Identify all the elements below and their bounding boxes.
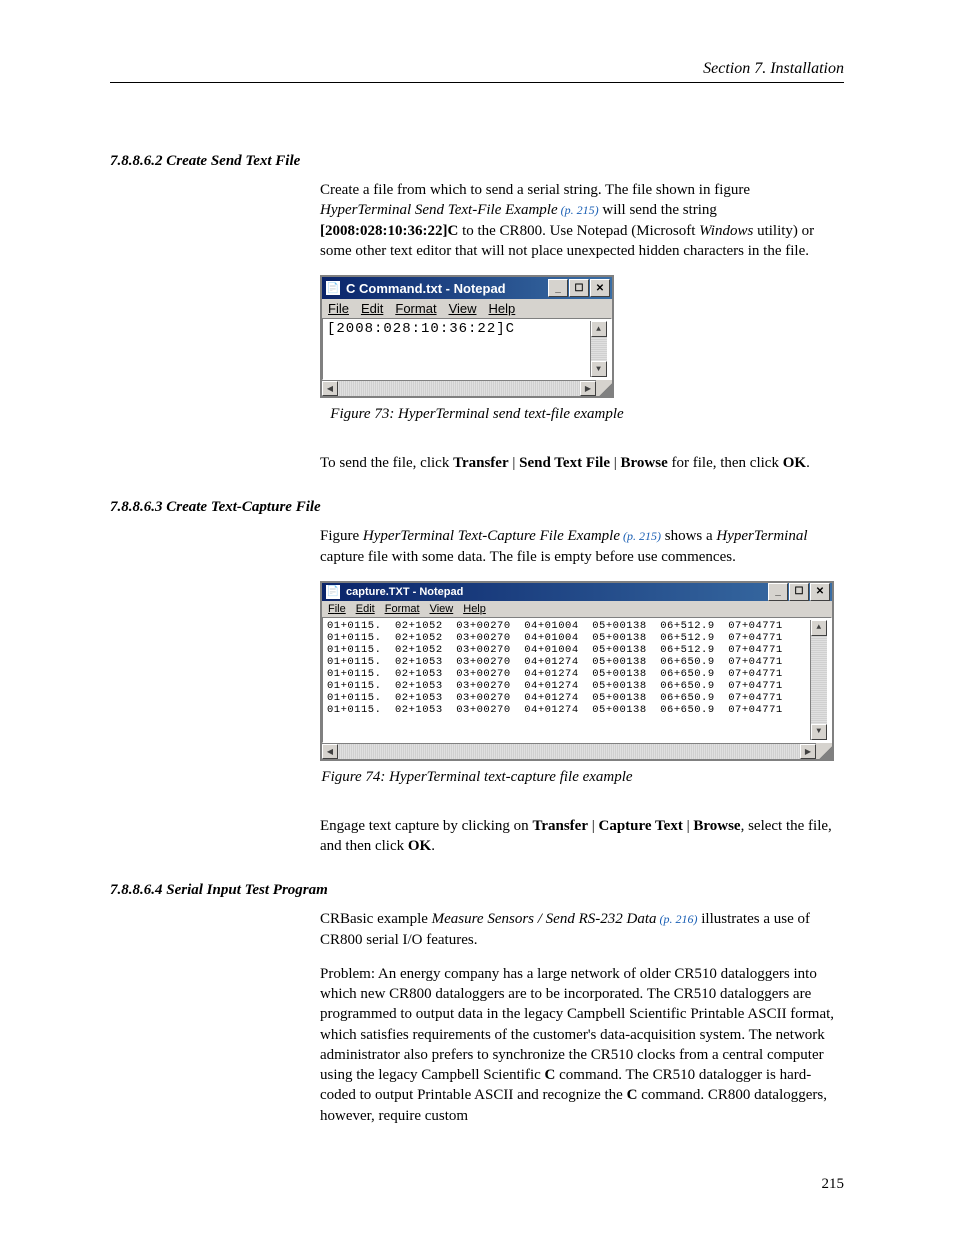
notepad-body[interactable]: 01+0115. 02+1052 03+00270 04+01004 05+00… xyxy=(322,617,832,743)
notepad-body[interactable]: [2008:028:10:36:22]C ▲ ▼ xyxy=(322,318,612,380)
menu-view[interactable]: View xyxy=(430,603,454,615)
body-paragraph: CRBasic example Measure Sensors / Send R… xyxy=(320,909,844,950)
text: . xyxy=(431,838,435,854)
text-italic: Measure Sensors / Send RS-232 Data xyxy=(432,911,657,927)
text-bold: OK xyxy=(408,838,431,854)
text: will send the string xyxy=(599,202,717,218)
scroll-down-icon[interactable]: ▼ xyxy=(811,724,827,740)
app-icon: 📄 xyxy=(326,585,340,599)
text: CRBasic example xyxy=(320,911,432,927)
page-number: 215 xyxy=(110,1176,844,1193)
vertical-scrollbar[interactable]: ▲ ▼ xyxy=(810,620,827,740)
close-button[interactable]: ✕ xyxy=(810,583,830,601)
body-paragraph: Engage text capture by clicking on Trans… xyxy=(320,816,844,857)
text-bold: Capture Text xyxy=(599,818,683,834)
text-italic: Windows xyxy=(699,223,753,239)
text: . xyxy=(806,455,810,471)
text-bold: [2008:028:10:36:22]C xyxy=(320,223,458,239)
minimize-button[interactable]: _ xyxy=(768,583,788,601)
window-title: capture.TXT - Notepad xyxy=(346,586,463,598)
text-italic: HyperTerminal xyxy=(716,528,807,544)
menu-help[interactable]: Help xyxy=(489,301,516,316)
page-ref-link[interactable]: (p. 216) xyxy=(657,912,698,926)
scroll-up-icon[interactable]: ▲ xyxy=(811,620,827,636)
text-bold: Send Text File xyxy=(519,455,610,471)
maximize-button[interactable]: ☐ xyxy=(789,583,809,601)
text-bold: Transfer xyxy=(532,818,588,834)
menu-file[interactable]: File xyxy=(328,603,346,615)
text-italic: HyperTerminal Text-Capture File Example xyxy=(363,528,620,544)
text: Create a file from which to send a seria… xyxy=(320,182,750,198)
menu-file[interactable]: File xyxy=(328,301,349,316)
body-paragraph: Create a file from which to send a seria… xyxy=(320,180,844,261)
scroll-up-icon[interactable]: ▲ xyxy=(591,321,607,337)
window-buttons: _ ☐ ✕ xyxy=(548,279,610,297)
maximize-button[interactable]: ☐ xyxy=(569,279,589,297)
text: capture file with some data. The file is… xyxy=(320,549,736,565)
menubar: File Edit Format View Help xyxy=(322,601,832,617)
text: | xyxy=(588,818,599,834)
text-bold: Browse xyxy=(621,455,668,471)
text-bold: C xyxy=(627,1087,638,1103)
horizontal-scrollbar[interactable]: ◀ ▶ xyxy=(322,743,816,759)
scroll-left-icon[interactable]: ◀ xyxy=(322,744,338,759)
minimize-button[interactable]: _ xyxy=(548,279,568,297)
scroll-right-icon[interactable]: ▶ xyxy=(800,744,816,759)
menu-help[interactable]: Help xyxy=(463,603,486,615)
close-button[interactable]: ✕ xyxy=(590,279,610,297)
figure-caption: Figure 73: HyperTerminal send text-file … xyxy=(110,406,844,423)
notepad-window-large: 📄 capture.TXT - Notepad _ ☐ ✕ File Edit … xyxy=(320,581,834,761)
figure-caption: Figure 74: HyperTerminal text-capture fi… xyxy=(110,769,844,786)
text: Figure xyxy=(320,528,363,544)
scroll-down-icon[interactable]: ▼ xyxy=(591,361,607,377)
text-bold: C xyxy=(545,1067,556,1083)
menu-view[interactable]: View xyxy=(449,301,477,316)
titlebar: 📄 C Command.txt - Notepad _ ☐ ✕ xyxy=(322,277,612,299)
section-heading: 7.8.8.6.4 Serial Input Test Program xyxy=(110,882,844,899)
horizontal-scrollbar[interactable]: ◀ ▶ xyxy=(322,380,596,396)
text-italic: HyperTerminal Send Text-File Example xyxy=(320,202,558,218)
menu-edit[interactable]: Edit xyxy=(356,603,375,615)
text-bold: OK xyxy=(783,455,806,471)
window-title: C Command.txt - Notepad xyxy=(346,281,506,296)
text-bold: Transfer xyxy=(453,455,509,471)
bottom-bar: ◀ ▶ xyxy=(322,380,612,396)
text: for file, then click xyxy=(668,455,783,471)
titlebar: 📄 capture.TXT - Notepad _ ☐ ✕ xyxy=(322,583,832,601)
text: | xyxy=(509,455,520,471)
scroll-left-icon[interactable]: ◀ xyxy=(322,381,338,396)
capture-data-text: 01+0115. 02+1052 03+00270 04+01004 05+00… xyxy=(327,620,810,740)
text: shows a xyxy=(661,528,716,544)
text: To send the file, click xyxy=(320,455,453,471)
section-heading: 7.8.8.6.3 Create Text-Capture File xyxy=(110,499,844,516)
menu-format[interactable]: Format xyxy=(395,301,436,316)
page-ref-link[interactable]: (p. 215) xyxy=(620,529,661,543)
section-heading: 7.8.8.6.2 Create Send Text File xyxy=(110,153,844,170)
vertical-scrollbar[interactable]: ▲ ▼ xyxy=(590,321,607,377)
menubar: File Edit Format View Help xyxy=(322,299,612,318)
bottom-bar: ◀ ▶ xyxy=(322,743,832,759)
text-bold: Browse xyxy=(693,818,740,834)
window-buttons: _ ☐ ✕ xyxy=(768,583,830,601)
app-icon: 📄 xyxy=(326,281,340,295)
body-paragraph: Figure HyperTerminal Text-Capture File E… xyxy=(320,526,844,567)
menu-edit[interactable]: Edit xyxy=(361,301,383,316)
notepad-window: 📄 C Command.txt - Notepad _ ☐ ✕ File Edi… xyxy=(320,275,614,398)
page-header: Section 7. Installation xyxy=(110,60,844,83)
body-paragraph: To send the file, click Transfer | Send … xyxy=(320,453,844,473)
notepad-text: [2008:028:10:36:22]C xyxy=(327,321,590,377)
menu-format[interactable]: Format xyxy=(385,603,420,615)
text: to the CR800. Use Notepad (Microsoft xyxy=(458,223,699,239)
header-text: Section 7. Installation xyxy=(110,60,844,78)
page-ref-link[interactable]: (p. 215) xyxy=(558,203,599,217)
text: Problem: An energy company has a large n… xyxy=(320,966,834,1083)
text: | xyxy=(610,455,621,471)
page: Section 7. Installation 7.8.8.6.2 Create… xyxy=(0,0,954,1233)
scroll-right-icon[interactable]: ▶ xyxy=(580,381,596,396)
text: | xyxy=(683,818,694,834)
resize-grip-icon[interactable] xyxy=(816,743,832,759)
text: Engage text capture by clicking on xyxy=(320,818,532,834)
body-paragraph: Problem: An energy company has a large n… xyxy=(320,964,844,1126)
resize-grip-icon[interactable] xyxy=(596,380,612,396)
